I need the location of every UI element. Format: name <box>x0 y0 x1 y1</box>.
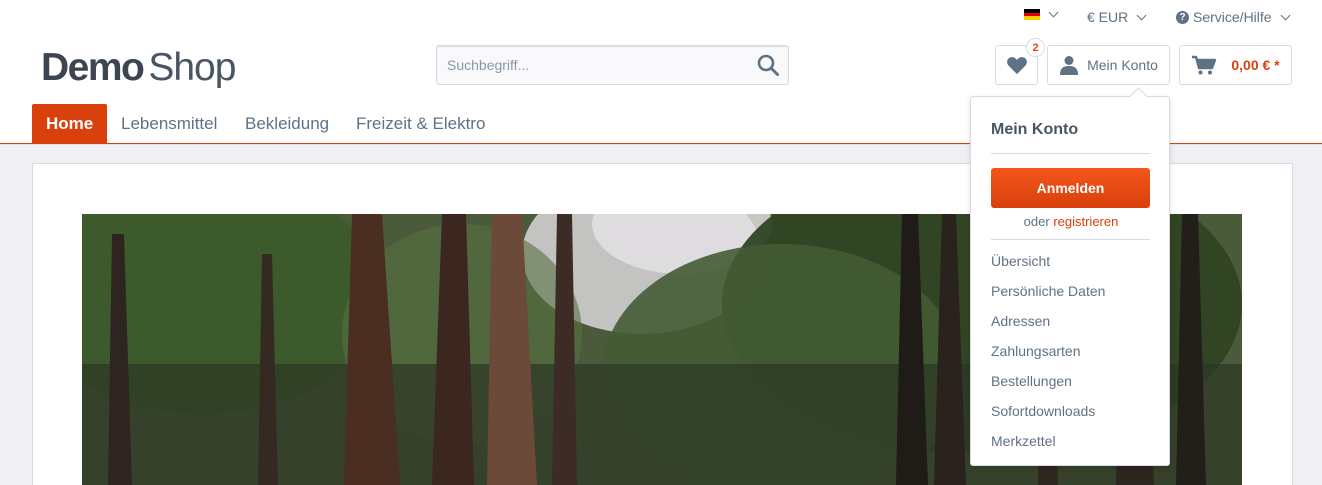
currency-label: € EUR <box>1087 9 1129 25</box>
search-input[interactable] <box>437 46 737 84</box>
wishlist-button[interactable]: 2 <box>995 38 1045 85</box>
nav-item-bekleidung[interactable]: Bekleidung <box>245 104 329 143</box>
search-icon <box>757 54 779 76</box>
heart-icon <box>1006 57 1027 75</box>
account-button[interactable]: Mein Konto <box>1047 45 1170 85</box>
service-label: Service/Hilfe <box>1193 9 1272 25</box>
cart-button[interactable]: 0,00 € * <box>1179 45 1292 85</box>
nav-item-home[interactable]: Home <box>32 104 108 143</box>
or-text: oder <box>1023 214 1050 229</box>
logo-text-light: Shop <box>148 46 236 89</box>
help-icon: ? <box>1176 10 1189 24</box>
top-bar: € EUR ? Service/Hilfe <box>0 0 1322 34</box>
account-label: Mein Konto <box>1087 57 1158 73</box>
nav-item-lebensmittel[interactable]: Lebensmittel <box>121 104 217 143</box>
search-button[interactable] <box>756 53 780 77</box>
dropdown-divider <box>991 153 1150 154</box>
register-hint: oder registrieren <box>971 214 1171 229</box>
account-link-orders[interactable]: Bestellungen <box>991 373 1072 389</box>
account-link-wishlist[interactable]: Merkzettel <box>991 433 1056 449</box>
account-link-addresses[interactable]: Adressen <box>991 313 1050 329</box>
search-box <box>436 45 789 85</box>
account-link-overview[interactable]: Übersicht <box>991 253 1050 269</box>
cart-icon <box>1192 55 1217 75</box>
login-button[interactable]: Anmelden <box>991 168 1150 208</box>
language-switcher[interactable] <box>1024 7 1059 21</box>
currency-switcher[interactable]: € EUR <box>1087 9 1147 25</box>
service-menu[interactable]: ? Service/Hilfe <box>1176 9 1291 25</box>
logo-text-bold: Demo <box>41 46 145 89</box>
dropdown-title: Mein Konto <box>991 121 1079 138</box>
chevron-down-icon <box>1136 10 1147 20</box>
dropdown-divider <box>991 239 1150 240</box>
register-link[interactable]: registrieren <box>1053 214 1118 229</box>
user-icon <box>1060 56 1079 75</box>
account-dropdown: Mein Konto Anmelden oder registrieren Üb… <box>970 96 1170 466</box>
account-link-payment-methods[interactable]: Zahlungsarten <box>991 343 1081 359</box>
chevron-down-icon <box>1280 10 1291 20</box>
germany-flag-icon <box>1024 9 1040 21</box>
shop-logo[interactable]: Demo Shop <box>41 46 236 90</box>
cart-total: 0,00 € * <box>1231 57 1280 73</box>
account-link-downloads[interactable]: Sofortdownloads <box>991 403 1095 419</box>
chevron-down-icon <box>1048 7 1059 18</box>
nav-item-freizeit-elektro[interactable]: Freizeit & Elektro <box>356 104 485 143</box>
wishlist-count-badge: 2 <box>1026 38 1045 57</box>
account-link-personal-data[interactable]: Persönliche Daten <box>991 283 1105 299</box>
